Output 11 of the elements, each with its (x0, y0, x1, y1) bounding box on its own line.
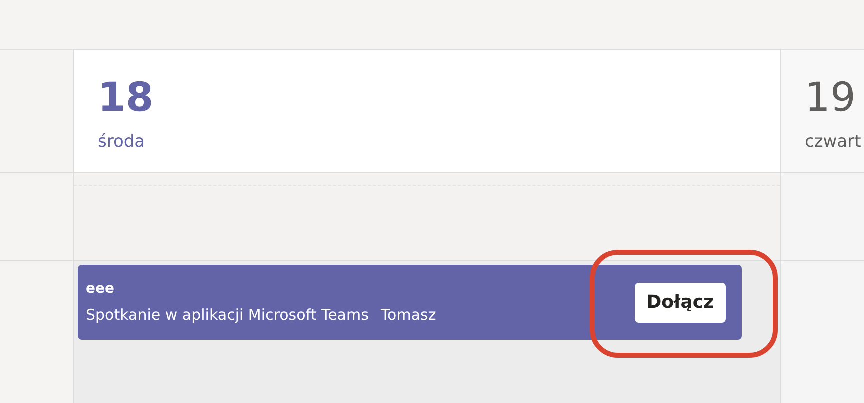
time-slot[interactable] (780, 172, 864, 260)
weekday-label: czwart (805, 131, 862, 154)
weekday-label: środa (98, 131, 146, 154)
event-organizer: Tomasz (380, 304, 436, 326)
event-title: eee (86, 280, 116, 299)
day-number: 18 (98, 74, 155, 122)
time-slot[interactable] (780, 260, 864, 403)
day-number: 19 (805, 74, 857, 122)
event-location: Spotkanie w aplikacji Microsoft Teams (86, 304, 369, 326)
calendar-event[interactable]: eee Spotkanie w aplikacji Microsoft Teams Tomasz Dołącz (78, 265, 742, 340)
join-button[interactable]: Dołącz (634, 282, 726, 322)
